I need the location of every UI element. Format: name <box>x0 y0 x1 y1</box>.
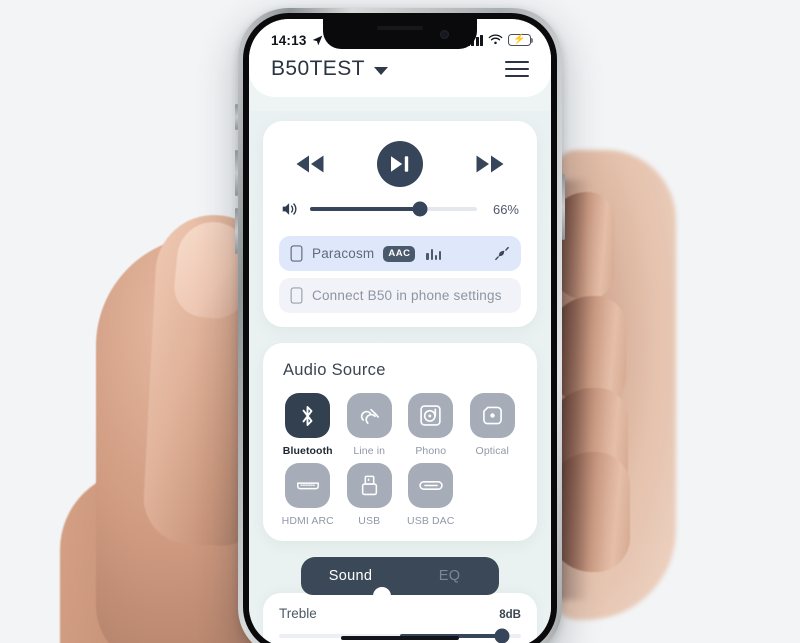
treble-slider-knob[interactable] <box>494 628 510 643</box>
audio-source-card: Audio Source Bluetooth Line in Phono Opt… <box>263 343 537 541</box>
line-in-icon <box>360 408 379 424</box>
phono-icon <box>420 405 441 426</box>
play-pause-icon <box>391 156 409 172</box>
source-tile <box>408 393 454 438</box>
phone-bezel: 14:13 ⚡ B50TEST 66% Paracosm AAC Connect… <box>243 13 557 643</box>
treble-value: 8dB <box>499 609 521 621</box>
status-time: 14:13 <box>271 32 307 48</box>
tab-sound[interactable]: Sound <box>301 568 400 584</box>
sound-eq-tabs: Sound EQ <box>301 557 499 596</box>
connect-hint-row[interactable]: Connect B50 in phone settings <box>279 278 521 313</box>
rewind-button[interactable] <box>293 153 327 175</box>
location-arrow-icon <box>312 35 322 45</box>
usb-dac-icon <box>419 480 443 491</box>
codec-badge: AAC <box>383 245 416 262</box>
connected-device-name: Paracosm <box>312 246 375 261</box>
bluetooth-icon <box>302 405 313 426</box>
source-label: USB DAC <box>407 515 455 527</box>
source-label: Optical <box>475 445 509 457</box>
earpiece-speaker <box>377 26 423 30</box>
display-notch <box>323 19 477 49</box>
source-phono[interactable]: Phono <box>402 393 460 457</box>
hamburger-menu-icon[interactable] <box>503 59 531 80</box>
right-hand <box>556 150 676 620</box>
source-bluetooth[interactable]: Bluetooth <box>279 393 337 457</box>
source-line-in[interactable]: Line in <box>341 393 399 457</box>
status-bar-left: 14:13 <box>271 33 324 48</box>
phone-icon <box>290 245 303 262</box>
app-header: B50TEST <box>249 55 551 97</box>
play-pause-button[interactable] <box>377 141 423 187</box>
device-selector[interactable]: B50TEST <box>271 57 388 81</box>
treble-label: Treble <box>279 606 317 621</box>
volume-down-button[interactable] <box>235 208 238 254</box>
battery-charging-icon: ⚡ <box>508 34 534 46</box>
volume-slider-fill <box>310 207 421 211</box>
hdmi-arc-icon <box>296 482 319 490</box>
source-label: Bluetooth <box>282 445 333 457</box>
power-button[interactable] <box>562 174 565 240</box>
volume-slider[interactable] <box>310 201 477 217</box>
volume-slider-knob[interactable] <box>412 201 428 217</box>
front-camera-icon <box>440 30 449 39</box>
wifi-icon <box>488 34 503 45</box>
source-tile <box>346 393 392 438</box>
source-label: Phono <box>415 445 447 457</box>
phone-device: 14:13 ⚡ B50TEST 66% Paracosm AAC Connect… <box>235 8 565 643</box>
disconnect-plug-icon[interactable] <box>494 246 510 261</box>
connect-hint-text: Connect B50 in phone settings <box>312 288 502 303</box>
sound-eq-tabs-wrap: Sound EQ <box>263 557 537 596</box>
source-usb[interactable]: USB <box>341 463 399 527</box>
page-title: B50TEST <box>271 57 365 80</box>
player-card: 66% Paracosm AAC Connect B50 in phone se… <box>263 121 537 327</box>
forward-button[interactable] <box>473 153 507 175</box>
active-tab-notch <box>373 587 391 596</box>
source-tile <box>285 393 331 438</box>
source-label: USB <box>358 515 381 527</box>
audio-source-title: Audio Source <box>283 361 386 379</box>
source-tile <box>469 393 515 438</box>
connected-device-row[interactable]: Paracosm AAC <box>279 236 521 271</box>
screenshot-scene: 14:13 ⚡ B50TEST 66% Paracosm AAC Connect… <box>0 0 800 643</box>
source-label: Line in <box>353 445 386 457</box>
optical-icon <box>482 406 502 425</box>
volume-up-button[interactable] <box>235 150 238 196</box>
treble-header: Treble 8dB <box>279 606 521 621</box>
usb-icon <box>361 475 377 496</box>
speaker-volume-icon <box>282 203 297 215</box>
transport-controls <box>279 137 521 197</box>
source-label: HDMI ARC <box>281 515 334 527</box>
phone-screen: 14:13 ⚡ B50TEST 66% Paracosm AAC Connect… <box>249 19 551 643</box>
volume-value: 66% <box>492 201 519 217</box>
source-tile <box>285 463 331 508</box>
source-optical[interactable]: Optical <box>464 393 522 457</box>
app-content: 66% Paracosm AAC Connect B50 in phone se… <box>249 111 551 643</box>
mute-switch[interactable] <box>235 104 238 130</box>
audio-levels-icon <box>426 248 442 260</box>
tab-eq[interactable]: EQ <box>400 568 499 584</box>
chevron-down-icon <box>373 66 388 75</box>
rewind-icon <box>296 155 324 173</box>
volume-control: 66% <box>279 197 521 229</box>
source-usb-dac[interactable]: USB DAC <box>402 463 460 527</box>
fast-forward-icon <box>476 155 504 173</box>
source-tile <box>408 463 454 508</box>
source-tile <box>346 463 392 508</box>
source-hdmi-arc[interactable]: HDMI ARC <box>279 463 337 527</box>
phone-icon <box>290 287 303 304</box>
audio-source-grid: Bluetooth Line in Phono Optical HDMI ARC… <box>279 393 521 527</box>
home-indicator[interactable] <box>341 635 459 640</box>
